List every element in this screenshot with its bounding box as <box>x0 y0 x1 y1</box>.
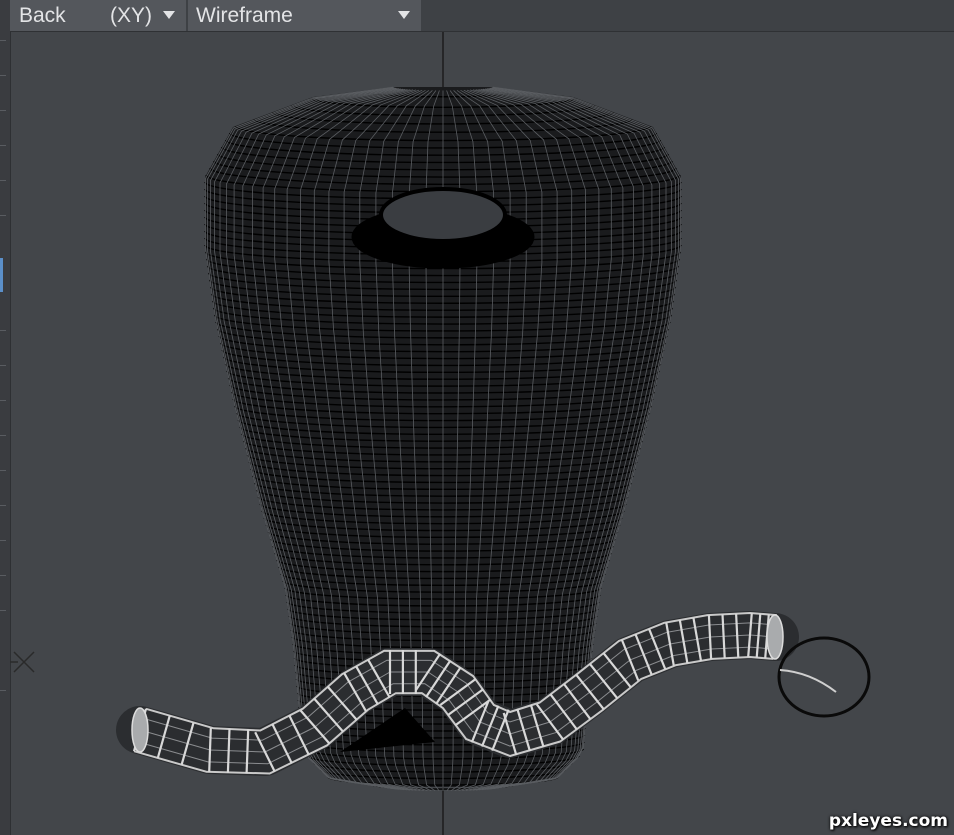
dropdown-arrow-icon <box>398 11 410 19</box>
toolbar-separator <box>0 180 6 181</box>
toolbar-separator <box>0 75 6 76</box>
toolbar-separator <box>0 690 6 691</box>
toolbar-separator <box>0 505 6 506</box>
toolbar-separator <box>0 435 6 436</box>
selection-circle-icon[interactable] <box>777 636 871 718</box>
viewport-canvas[interactable] <box>10 32 954 835</box>
toolbar-separator <box>0 145 6 146</box>
active-tool-indicator <box>0 258 3 292</box>
view-dropdown[interactable]: Back (XY) <box>10 0 186 31</box>
toolbar-separator <box>0 110 6 111</box>
toolbar-separator <box>0 400 6 401</box>
toolbar-separator <box>0 610 6 611</box>
watermark-text: pxleyes.com <box>828 811 948 831</box>
shading-mode-dropdown[interactable]: Wireframe <box>188 0 421 31</box>
origin-axis-icon <box>10 651 35 673</box>
toolbar-separator <box>0 365 6 366</box>
dropdown-arrow-icon <box>163 11 175 19</box>
toolbar-separator <box>0 330 6 331</box>
shading-mode-label: Wireframe <box>196 4 293 27</box>
toolbar-separator <box>0 215 6 216</box>
view-label: Back <box>19 4 66 27</box>
viewport-header: Back (XY) Wireframe <box>10 0 954 32</box>
toolbar-separator <box>0 540 6 541</box>
toolbar-separator <box>0 40 6 41</box>
toolbar-separator <box>0 470 6 471</box>
toolbar-separator <box>0 575 6 576</box>
projection-label: (XY) <box>110 4 152 27</box>
